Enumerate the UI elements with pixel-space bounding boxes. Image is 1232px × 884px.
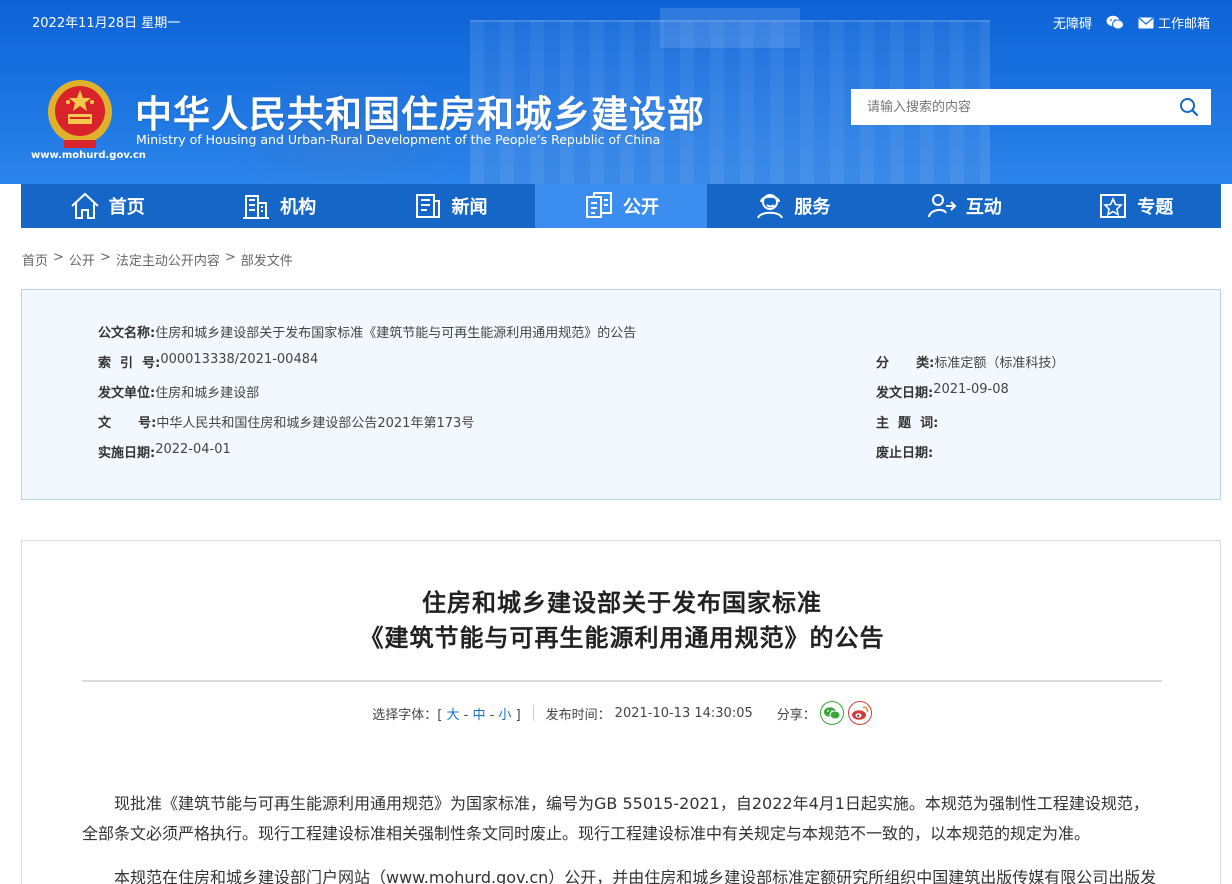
breadcrumb-public[interactable]: 公开 bbox=[69, 250, 95, 269]
weibo-share-icon bbox=[851, 706, 869, 720]
info-category: 分 类: 标准定额（标准科技） bbox=[876, 352, 1064, 371]
current-date: 2022年11月28日 星期一 bbox=[32, 16, 181, 31]
info-label: 发文单位: bbox=[98, 386, 156, 401]
info-label: 发文日期: bbox=[876, 386, 934, 401]
nav-item-label: 首页 bbox=[108, 197, 145, 218]
font-small-button[interactable]: 小 bbox=[498, 708, 511, 723]
article-panel: 住房和城乡建设部关于发布国家标准 《建筑节能与可再生能源利用通用规范》的公告 选… bbox=[21, 540, 1221, 884]
top-links: 无障碍 工作邮箱 bbox=[1053, 13, 1210, 32]
main-nav: 首页 机构 新闻 公开 服务 互动 专题 bbox=[21, 184, 1221, 228]
wechat-share-icon bbox=[823, 707, 841, 720]
font-size-label: 选择字体：[ bbox=[372, 707, 443, 723]
article-meta: 选择字体：[ 大 - 中 - 小 ] 发布时间： 2021-10-13 14:3… bbox=[22, 701, 1222, 725]
info-label: 公文名称: bbox=[98, 326, 156, 341]
accessibility-link[interactable]: 无障碍 bbox=[1053, 13, 1092, 32]
nav-item-label: 服务 bbox=[794, 197, 831, 218]
search-button[interactable] bbox=[1167, 89, 1211, 125]
info-effective-date: 实施日期: 2022-04-01 bbox=[98, 442, 231, 461]
nav-item-topic[interactable]: 专题 bbox=[1050, 184, 1221, 228]
wechat-link[interactable] bbox=[1106, 15, 1124, 30]
info-label: 索 引 号: bbox=[98, 356, 161, 371]
info-value: 住房和城乡建设部关于发布国家标准《建筑节能与可再生能源利用通用规范》的公告 bbox=[155, 326, 637, 341]
info-value: 中华人民共和国住房和城乡建设部公告2021年第173号 bbox=[156, 416, 475, 431]
public-icon bbox=[585, 192, 612, 218]
national-emblem-logo bbox=[48, 80, 112, 148]
info-label: 文 号: bbox=[98, 416, 157, 431]
info-label: 分 类: bbox=[876, 356, 935, 371]
home-icon bbox=[71, 192, 99, 219]
nav-item-label: 公开 bbox=[622, 197, 659, 218]
mail-link-label: 工作邮箱 bbox=[1157, 17, 1210, 32]
info-value: 住房和城乡建设部 bbox=[155, 386, 260, 401]
publish-time: 2021-10-13 14:30:05 bbox=[614, 705, 753, 721]
info-issuer: 发文单位: 住房和城乡建设部 bbox=[98, 382, 259, 401]
breadcrumb-separator: > bbox=[99, 250, 111, 265]
info-doc-name: 公文名称: 住房和城乡建设部关于发布国家标准《建筑节能与可再生能源利用通用规范》… bbox=[98, 322, 636, 341]
nav-item-service[interactable]: 服务 bbox=[707, 184, 878, 228]
info-value: 000013338/2021-00484 bbox=[160, 352, 319, 367]
nav-item-public[interactable]: 公开 bbox=[535, 184, 707, 228]
info-value: 2022-04-01 bbox=[155, 442, 231, 457]
search-icon bbox=[1180, 98, 1199, 117]
breadcrumb-separator: > bbox=[224, 250, 236, 265]
document-info-box: 公文名称: 住房和城乡建设部关于发布国家标准《建筑节能与可再生能源利用通用规范》… bbox=[21, 289, 1221, 500]
site-url: www.mohurd.gov.cn bbox=[31, 150, 146, 161]
breadcrumb: 首页 > 公开 > 法定主动公开内容 > 部发文件 bbox=[22, 250, 293, 269]
info-abolish-date: 废止日期: bbox=[876, 442, 933, 461]
share-label: 分享： bbox=[776, 707, 816, 723]
font-size-selector: 选择字体：[ 大 - 中 - 小 ] bbox=[372, 707, 521, 723]
title-divider bbox=[82, 680, 1162, 682]
mail-link[interactable]: 工作邮箱 bbox=[1138, 13, 1210, 32]
font-large-button[interactable]: 大 bbox=[446, 708, 459, 723]
site-title: 中华人民共和国住房和城乡建设部 bbox=[135, 93, 705, 136]
info-issue-date: 发文日期: 2021-09-08 bbox=[876, 382, 1009, 401]
site-header: 2022年11月28日 星期一 无障碍 工作邮箱 www.mohurd.gov.… bbox=[0, 0, 1232, 184]
info-label: 主 题 词: bbox=[876, 416, 939, 431]
interaction-icon bbox=[927, 194, 957, 218]
nav-item-label: 互动 bbox=[965, 197, 1002, 218]
info-value: 2021-09-08 bbox=[933, 382, 1009, 397]
nav-item-label: 新闻 bbox=[451, 197, 488, 218]
nav-item-news[interactable]: 新闻 bbox=[364, 184, 535, 228]
nav-item-label: 机构 bbox=[280, 197, 317, 218]
breadcrumb-separator: > bbox=[53, 250, 64, 265]
article-title-line-1: 住房和城乡建设部关于发布国家标准 bbox=[422, 589, 822, 617]
nav-item-organization[interactable]: 机构 bbox=[192, 184, 363, 228]
topic-icon bbox=[1100, 194, 1127, 218]
search-input[interactable] bbox=[851, 89, 1167, 125]
font-medium-button[interactable]: 中 bbox=[472, 708, 485, 723]
news-icon bbox=[415, 194, 440, 218]
font-size-close: ] bbox=[515, 707, 521, 723]
article-paragraph-1: 现批准《建筑节能与可再生能源利用通用规范》为国家标准，编号为GB 55015-2… bbox=[82, 794, 1149, 843]
breadcrumb-statutory-content[interactable]: 法定主动公开内容 bbox=[116, 250, 220, 269]
info-index: 索 引 号: 000013338/2021-00484 bbox=[98, 352, 318, 371]
publish-label: 发布时间： bbox=[545, 707, 611, 723]
info-subject: 主 题 词: bbox=[876, 412, 938, 431]
nav-item-home[interactable]: 首页 bbox=[21, 184, 192, 228]
nav-item-interaction[interactable]: 互动 bbox=[878, 184, 1049, 228]
share-wechat-button[interactable] bbox=[819, 701, 844, 725]
nav-item-label: 专题 bbox=[1137, 197, 1174, 218]
share-weibo-button[interactable] bbox=[847, 701, 872, 725]
info-label: 实施日期: bbox=[98, 446, 156, 461]
mail-icon bbox=[1138, 17, 1154, 28]
info-label: 废止日期: bbox=[876, 446, 934, 461]
site-subtitle: Ministry of Housing and Urban-Rural Deve… bbox=[136, 132, 661, 147]
building-icon bbox=[243, 195, 270, 219]
article-paragraph-2: 本规范在住房和城乡建设部门户网站（www.mohurd.gov.cn）公开，并由… bbox=[114, 868, 1157, 884]
wechat-icon bbox=[1106, 15, 1124, 30]
info-value: 标准定额（标准科技） bbox=[934, 356, 1065, 371]
service-icon bbox=[757, 194, 784, 219]
breadcrumb-home[interactable]: 首页 bbox=[22, 250, 48, 269]
article-title-line-2: 《建筑节能与可再生能源利用通用规范》的公告 bbox=[359, 624, 885, 652]
info-doc-number: 文 号: 中华人民共和国住房和城乡建设部公告2021年第173号 bbox=[98, 412, 474, 431]
search-box bbox=[851, 89, 1211, 125]
breadcrumb-ministry-documents[interactable]: 部发文件 bbox=[241, 250, 293, 269]
meta-separator bbox=[532, 705, 534, 721]
